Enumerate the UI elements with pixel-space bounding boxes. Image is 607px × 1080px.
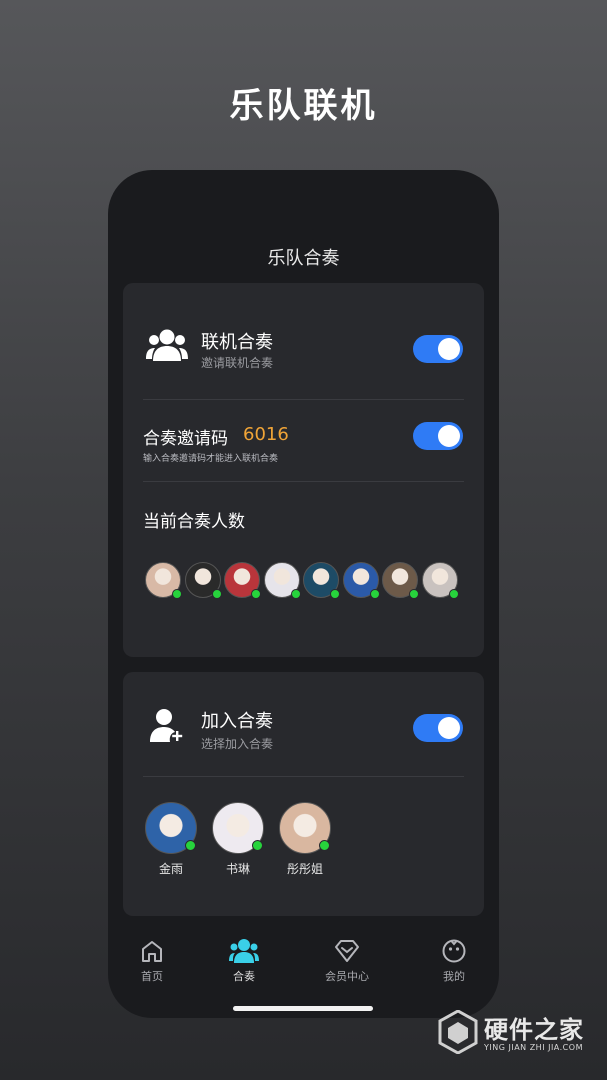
- tab-ensemble-label: 合奏: [233, 970, 255, 983]
- tab-bar: 首页 合奏 会员中心 我的: [108, 930, 499, 1018]
- online-play-card: 联机合奏 邀请联机合奏 合奏邀请码 6016 输入合奏邀请码才能进入联机合奏 当…: [123, 283, 484, 657]
- tab-vip-center[interactable]: 会员中心: [307, 938, 387, 984]
- invite-code-toggle[interactable]: [413, 422, 463, 450]
- divider: [143, 399, 464, 400]
- join-play-subtitle: 选择加入合奏: [201, 737, 274, 751]
- join-play-card: 加入合奏 选择加入合奏 金雨 书琳 彤彤姐: [123, 672, 484, 916]
- home-icon: [112, 938, 192, 964]
- watermark: 硬件之家 YING JIAN ZHI JIA.COM: [438, 1009, 598, 1058]
- online-play-title: 联机合奏: [201, 332, 273, 353]
- join-play-toggle[interactable]: [413, 714, 463, 742]
- online-status-dot: [172, 589, 182, 599]
- invite-code-value: 6016: [243, 424, 289, 445]
- tab-home-label: 首页: [141, 970, 163, 983]
- online-status-dot: [185, 840, 196, 851]
- users-group-icon: [146, 328, 188, 366]
- divider: [143, 481, 464, 482]
- watermark-title: 硬件之家: [484, 1016, 584, 1044]
- invite-code-hint: 输入合奏邀请码才能进入联机合奏: [143, 454, 279, 464]
- online-status-dot: [409, 589, 419, 599]
- phone-frame: 乐队合奏 联机合奏 邀请联机合奏 合奏邀请码 6016 输入合奏邀请码才能进入联…: [108, 170, 499, 1018]
- member-name: 书琳: [225, 862, 250, 876]
- online-status-dot: [369, 589, 380, 599]
- tab-ensemble[interactable]: 合奏: [204, 938, 284, 984]
- member-name: 彤彤姐: [286, 862, 323, 876]
- users-icon: [204, 938, 284, 964]
- current-players-label: 当前合奏人数: [143, 512, 245, 532]
- promo-title: 乐队联机: [229, 86, 378, 126]
- member-name: 金雨: [158, 862, 183, 876]
- tab-home[interactable]: 首页: [112, 938, 192, 984]
- profile-face-icon: [414, 938, 494, 964]
- online-status-dot: [211, 589, 222, 599]
- watermark-subtitle: YING JIAN ZHI JIA.COM: [484, 1043, 583, 1052]
- vip-diamond-icon: [307, 938, 387, 964]
- tab-mine-label: 我的: [443, 970, 465, 983]
- invite-code-label: 合奏邀请码: [143, 429, 228, 449]
- online-status-dot: [319, 840, 330, 851]
- tab-vip-center-label: 会员中心: [325, 970, 369, 983]
- add-user-icon: [149, 708, 187, 748]
- screen-title: 乐队合奏: [267, 248, 340, 269]
- watermark-logo-icon: [438, 1009, 478, 1058]
- tab-mine[interactable]: 我的: [414, 938, 494, 984]
- online-play-toggle[interactable]: [413, 335, 463, 363]
- join-play-title: 加入合奏: [201, 711, 273, 732]
- home-indicator: [233, 1006, 373, 1011]
- online-status-dot: [252, 840, 263, 851]
- divider: [143, 776, 464, 777]
- online-status-dot: [330, 589, 340, 599]
- online-status-dot: [251, 589, 261, 599]
- online-status-dot: [290, 589, 301, 599]
- online-status-dot: [448, 589, 459, 599]
- online-play-subtitle: 邀请联机合奏: [201, 356, 274, 370]
